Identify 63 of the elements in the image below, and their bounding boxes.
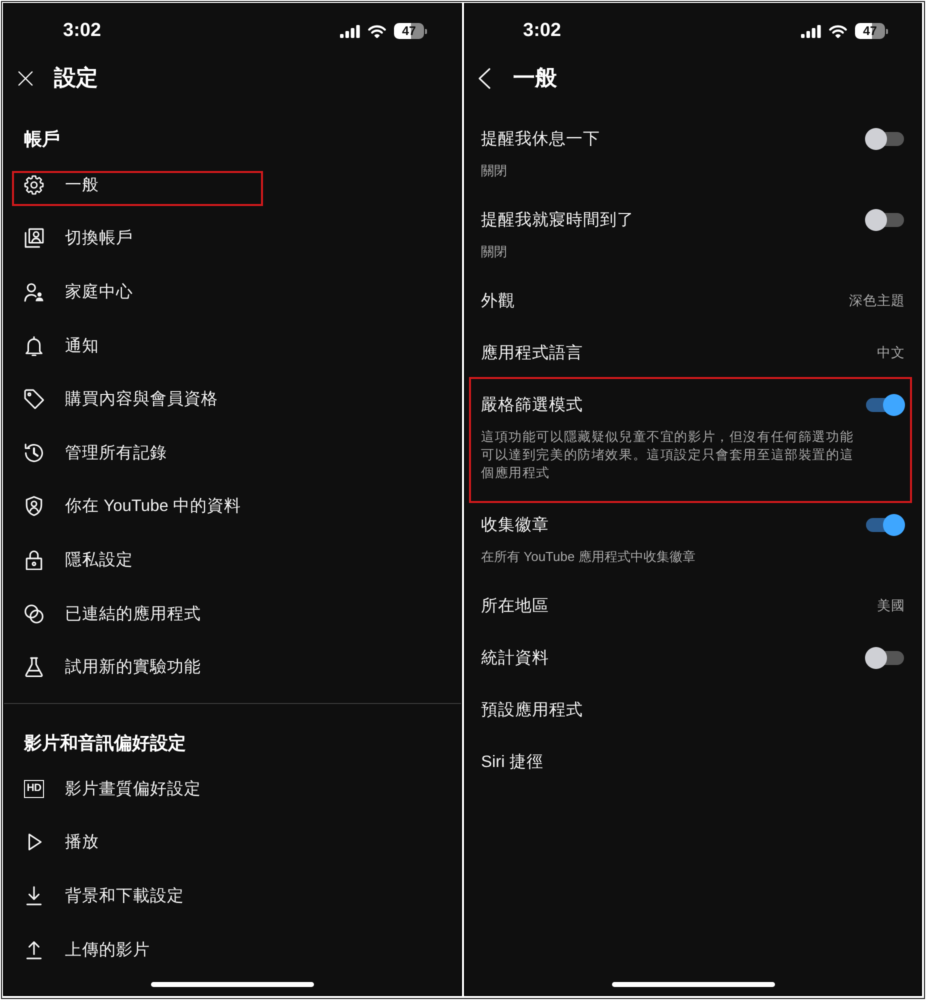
- setting-value: 中文: [877, 344, 905, 362]
- tag-icon: [24, 389, 44, 410]
- settings-item[interactable]: 管理所有記錄: [4, 426, 461, 480]
- settings-item[interactable]: 一般: [4, 158, 461, 212]
- setting-value: 深色主題: [849, 292, 905, 310]
- setting-value: 美國: [877, 597, 905, 615]
- setting-subtitle: 在所有 YouTube 應用程式中收集徽章: [481, 548, 696, 566]
- stacked-portrait-icon: [24, 228, 44, 248]
- wifi-icon: [368, 24, 386, 38]
- setting-label[interactable]: 外觀: [481, 290, 515, 312]
- shield-person-icon: [24, 496, 44, 516]
- settings-item[interactable]: 背景和下載設定: [4, 869, 461, 923]
- flask-icon: [24, 657, 44, 678]
- setting-subtitle: 關閉: [481, 243, 508, 261]
- padlock-icon: [24, 550, 44, 570]
- settings-item[interactable]: 試用新的實驗功能: [4, 640, 461, 694]
- back-icon[interactable]: [478, 68, 491, 88]
- section-heading: 帳戶: [23, 128, 61, 151]
- clock-arrow-icon: [24, 442, 44, 463]
- settings-item[interactable]: 購買內容與會員資格: [4, 372, 461, 426]
- setting-subtitle: 關閉: [481, 162, 508, 180]
- signal-icon: [801, 24, 821, 38]
- setting-label[interactable]: 應用程式語言: [481, 342, 583, 364]
- setting-label[interactable]: 所在地區: [481, 595, 549, 617]
- setting-label: 嚴格篩選模式: [481, 395, 583, 416]
- settings-item[interactable]: 已連結的應用程式: [4, 586, 461, 640]
- setting-label: 提醒我就寢時間到了: [481, 210, 634, 231]
- status-time: 3:02: [523, 20, 562, 42]
- download-icon: [24, 886, 44, 906]
- settings-item[interactable]: HD 影片畫質偏好設定: [4, 762, 461, 816]
- toggle-switch[interactable]: [865, 394, 905, 416]
- hd-icon: HD: [24, 780, 44, 798]
- overlapping-circles-icon: [24, 604, 44, 624]
- setting-label: 統計資料: [481, 648, 549, 669]
- close-icon[interactable]: [18, 70, 33, 86]
- setting-label[interactable]: 預設應用程式: [481, 699, 583, 721]
- settings-item[interactable]: 你在 YouTube 中的資料: [4, 480, 461, 534]
- setting-description: 這項功能可以隱藏疑似兒童不宜的影片，但沒有任何篩選功能可以達到完美的防堵效果。這項設定只會套用至這部裝置的這個應用程式: [481, 428, 855, 482]
- upload-icon: [24, 940, 44, 960]
- screen-title: 一般: [513, 64, 557, 92]
- setting-label[interactable]: Siri 捷徑: [481, 751, 544, 773]
- settings-item[interactable]: 隱私設定: [4, 533, 461, 587]
- setting-label: 提醒我休息一下: [481, 129, 600, 150]
- wifi-icon: [829, 24, 847, 38]
- toggle-switch[interactable]: [865, 647, 905, 669]
- section-heading: 影片和音訊偏好設定: [23, 732, 187, 755]
- toggle-switch[interactable]: [865, 514, 905, 536]
- toggle-switch[interactable]: [865, 209, 905, 231]
- toggle-switch[interactable]: [865, 128, 905, 150]
- battery-indicator: 47: [855, 23, 888, 39]
- bell-icon: [24, 336, 44, 356]
- settings-icon: [24, 174, 44, 195]
- people-icon: [24, 282, 44, 302]
- settings-item[interactable]: 通知: [4, 318, 461, 372]
- battery-indicator: 47: [394, 23, 427, 39]
- settings-item[interactable]: 播放: [4, 816, 461, 870]
- setting-label: 收集徽章: [481, 515, 549, 536]
- settings-item[interactable]: 上傳的影片: [4, 922, 461, 976]
- settings-item[interactable]: 切換帳戶: [4, 212, 461, 266]
- screen-title: 設定: [54, 64, 98, 92]
- status-time: 3:02: [63, 20, 102, 42]
- signal-icon: [340, 24, 360, 38]
- settings-item[interactable]: 家庭中心: [4, 265, 461, 319]
